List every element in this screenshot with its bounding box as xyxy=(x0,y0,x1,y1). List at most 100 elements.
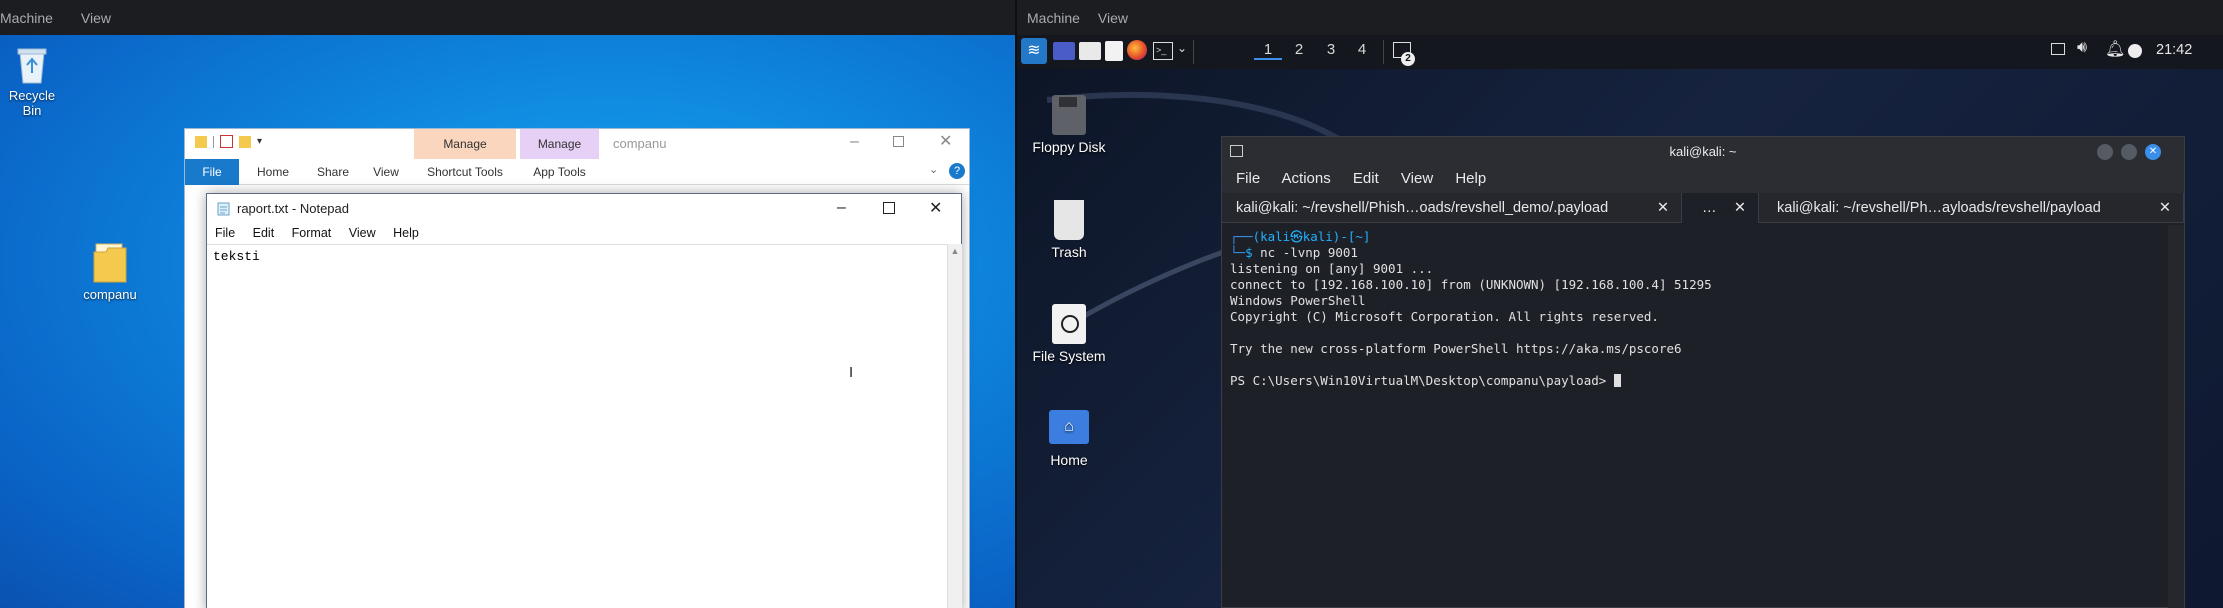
desktop-home[interactable]: ⌂ Home xyxy=(1027,410,1111,468)
desktop-file-system[interactable]: File System xyxy=(1027,304,1111,364)
terminal-menu-file[interactable]: File xyxy=(1236,170,1260,187)
help-icon[interactable]: ? xyxy=(949,163,965,179)
prompt-user-host: (kali㉿kali)-[~] xyxy=(1252,229,1371,244)
output-line: Windows PowerShell xyxy=(1230,293,1366,308)
notepad-menu-format[interactable]: Format xyxy=(292,226,332,240)
powershell-prompt: PS C:\Users\Win10VirtualM\Desktop\compan… xyxy=(1230,373,1614,388)
text-editor-icon[interactable] xyxy=(1105,41,1123,61)
trash-icon xyxy=(1054,200,1084,240)
workspace-2[interactable]: 2 xyxy=(1285,41,1313,58)
ribbon-tab-shortcut-tools[interactable]: Shortcut Tools xyxy=(414,159,516,185)
notepad-menu-view[interactable]: View xyxy=(349,226,376,240)
folder-icon xyxy=(93,243,127,283)
folder-small-icon[interactable] xyxy=(195,135,207,148)
explorer-minimize-button[interactable]: – xyxy=(850,133,859,151)
terminal-output[interactable]: ┌──(kali㉿kali)-[~] └─$ nc -lvnp 9001 lis… xyxy=(1222,225,2167,608)
notepad-menu-edit[interactable]: Edit xyxy=(253,226,275,240)
separator xyxy=(213,135,214,148)
recycle-bin[interactable]: Recycle Bin xyxy=(0,43,64,118)
terminal-tab-2-label: … xyxy=(1702,200,1717,216)
terminal-menu-view[interactable]: View xyxy=(1401,170,1433,187)
terminal-tab-bar: kali@kali: ~/revshell/Phish…oads/revshel… xyxy=(1222,193,2184,223)
file-manager-icon[interactable] xyxy=(1079,42,1101,60)
notepad-title: raport.txt - Notepad xyxy=(237,201,349,216)
terminal-maximize-button[interactable] xyxy=(2121,144,2137,160)
terminal-tab-1-label: kali@kali: ~/revshell/Phish…oads/revshel… xyxy=(1236,200,1609,216)
prompt-line-2: └─$ nc -lvnp 9001 xyxy=(1230,245,1358,260)
command-text: nc -lvnp 9001 xyxy=(1260,245,1358,260)
ribbon-tab-view[interactable]: View xyxy=(361,159,411,185)
ribbon-tab-share[interactable]: Share xyxy=(303,159,363,185)
notepad-menu-file[interactable]: File xyxy=(215,226,235,240)
terminal-scrollbar[interactable] xyxy=(2168,225,2184,608)
terminal-tab-3-label: kali@kali: ~/revshell/Ph…ayloads/revshel… xyxy=(1777,200,2101,216)
output-line: listening on [any] 9001 ... xyxy=(1230,261,1434,276)
terminal-dropdown-icon[interactable]: ⌄ xyxy=(1177,41,1187,55)
vm-menubar: Machine View xyxy=(0,0,1017,35)
terminal-menu-edit[interactable]: Edit xyxy=(1353,170,1379,187)
notepad-maximize-button[interactable] xyxy=(883,202,895,214)
panel-separator xyxy=(1383,40,1384,64)
ribbon-tab-home[interactable]: Home xyxy=(243,159,303,185)
notifications-bell-icon[interactable]: 🔔︎ xyxy=(2105,39,2125,59)
notepad-text-area[interactable]: teksti xyxy=(207,244,947,608)
terminal-window: kali@kali: ~ ✕ File Actions Edit View He… xyxy=(1221,136,2185,608)
home-folder-icon: ⌂ xyxy=(1049,410,1089,444)
notepad-scrollbar[interactable]: ▲ xyxy=(947,244,962,608)
terminal-launcher-icon[interactable]: >_ xyxy=(1153,42,1173,60)
show-desktop-icon[interactable] xyxy=(1053,42,1075,60)
recycle-bin-icon xyxy=(17,48,47,84)
explorer-title: companu xyxy=(613,136,667,151)
firefox-icon[interactable] xyxy=(1127,40,1147,60)
notepad-close-button[interactable]: ✕ xyxy=(929,198,942,218)
desktop-folder-companu[interactable]: companu xyxy=(78,240,142,302)
ribbon-tab-file[interactable]: File xyxy=(185,159,239,185)
manage-app-header: Manage xyxy=(520,129,599,159)
vm-menu-machine-right[interactable]: Machine xyxy=(1027,10,1090,26)
kali-menu-icon[interactable]: ≋ xyxy=(1021,38,1047,64)
terminal-minimize-button[interactable] xyxy=(2097,144,2113,160)
terminal-menu-help[interactable]: Help xyxy=(1455,170,1486,187)
workspace-4[interactable]: 4 xyxy=(1348,41,1376,58)
workspace-1[interactable]: 1 xyxy=(1254,41,1282,60)
text-cursor-ibeam-icon: Ⅰ xyxy=(849,364,854,380)
terminal-menu-actions[interactable]: Actions xyxy=(1282,170,1331,187)
new-folder-icon[interactable] xyxy=(239,135,251,148)
customize-toolbar-icon[interactable]: ▾ xyxy=(257,136,262,147)
desktop-trash[interactable]: Trash xyxy=(1027,200,1111,260)
terminal-tab-1-close-icon[interactable]: ✕ xyxy=(1657,193,1669,223)
terminal-tab-3[interactable]: kali@kali: ~/revshell/Ph…ayloads/revshel… xyxy=(1763,193,2184,223)
vm-menu-view-right[interactable]: View xyxy=(1098,10,1138,26)
notepad-window: raport.txt - Notepad – ✕ File Edit Forma… xyxy=(206,193,962,608)
floppy-disk-icon xyxy=(1052,95,1086,135)
explorer-maximize-button[interactable] xyxy=(893,136,904,147)
terminal-tab-2-close-icon[interactable]: ✕ xyxy=(1734,193,1746,223)
output-line: Try the new cross-platform PowerShell ht… xyxy=(1230,341,1682,356)
terminal-tab-2[interactable]: … ✕ xyxy=(1682,193,1759,223)
notepad-menubar: File Edit Format View Help xyxy=(207,224,961,244)
floppy-disk-label: Floppy Disk xyxy=(1032,139,1106,155)
display-icon[interactable] xyxy=(2051,43,2065,55)
output-line: connect to [192.168.100.10] from (UNKNOW… xyxy=(1230,277,1712,292)
desktop-floppy-disk[interactable]: Floppy Disk xyxy=(1027,95,1111,155)
vm-menu-machine[interactable]: Machine xyxy=(0,10,63,26)
vm-menu-view[interactable]: View xyxy=(81,10,121,26)
scroll-up-arrow-icon[interactable]: ▲ xyxy=(948,246,962,256)
notepad-minimize-button[interactable]: – xyxy=(837,199,846,217)
terminal-tab-1[interactable]: kali@kali: ~/revshell/Phish…oads/revshel… xyxy=(1222,193,1682,223)
properties-icon[interactable] xyxy=(220,135,233,148)
workspace-3[interactable]: 3 xyxy=(1317,41,1345,58)
quick-access-toolbar: ▾ xyxy=(195,135,262,148)
home-label: Home xyxy=(1050,452,1088,468)
notepad-menu-help[interactable]: Help xyxy=(393,226,419,240)
ribbon-expand-icon[interactable]: ⌄ xyxy=(929,163,938,176)
file-system-label: File System xyxy=(1032,348,1106,364)
kali-vm-window: Machine View ≋ >_ ⌄ 1 2 3 4 2 🔊︎ 🔔︎ 21:4… xyxy=(1017,0,2223,608)
power-icon[interactable] xyxy=(2128,44,2142,58)
explorer-titlebar: ▾ Manage Manage companu – ✕ xyxy=(185,129,969,163)
volume-icon[interactable]: 🔊︎ xyxy=(2077,39,2087,57)
explorer-close-button[interactable]: ✕ xyxy=(939,131,952,151)
terminal-close-button[interactable]: ✕ xyxy=(2145,144,2161,160)
ribbon-tab-app-tools[interactable]: App Tools xyxy=(520,159,599,185)
terminal-tab-3-close-icon[interactable]: ✕ xyxy=(2159,193,2171,223)
